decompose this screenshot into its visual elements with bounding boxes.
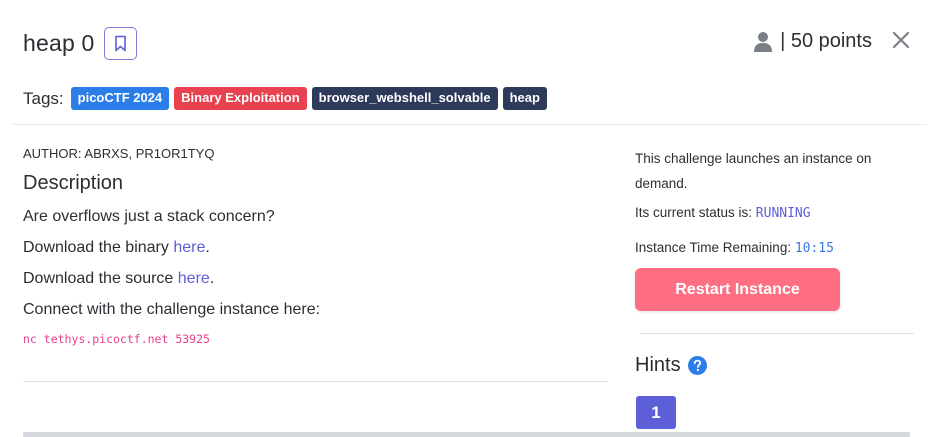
header-divider <box>12 124 927 125</box>
description-line-2: Download the binary here. <box>23 239 608 257</box>
description-heading: Description <box>23 172 124 194</box>
tag-heap[interactable]: heap <box>502 87 547 110</box>
instance-status-line: Its current status is: RUNNING <box>635 200 915 226</box>
tags-label: Tags: <box>23 88 64 108</box>
download-source-text: Download the source <box>23 270 178 287</box>
tag-binary-exploitation[interactable]: Binary Exploitation <box>174 87 307 110</box>
instance-time-line: Instance Time Remaining: 10:15 <box>635 235 915 261</box>
download-binary-suffix: . <box>205 239 210 256</box>
download-binary-text: Download the binary <box>23 239 174 256</box>
instance-panel: This challenge launches an instance on d… <box>635 146 915 311</box>
description-divider <box>23 381 608 382</box>
download-source-link[interactable]: here <box>178 270 210 287</box>
user-icon <box>754 31 773 52</box>
restart-instance-button[interactable]: Restart Instance <box>635 268 840 311</box>
author-line: AUTHOR: ABRXS, PR1OR1TYQ <box>23 146 215 161</box>
description-line-1: Are overflows just a stack concern? <box>23 208 275 225</box>
points-label: | 50 points <box>780 30 872 52</box>
status-value: RUNNING <box>755 206 811 221</box>
time-value: 10:15 <box>794 241 834 256</box>
download-source-suffix: . <box>209 270 215 287</box>
tag-browser-webshell-solvable[interactable]: browser_webshell_solvable <box>311 87 498 110</box>
hints-title: Hints <box>635 354 681 376</box>
description-line-4: Connect with the challenge instance here… <box>23 301 321 318</box>
challenge-title: heap 0 <box>23 30 95 56</box>
hints-divider <box>640 333 914 334</box>
hints-header: Hints <box>635 354 707 377</box>
bottom-edge <box>23 432 910 437</box>
bookmark-icon <box>114 35 126 52</box>
time-label: Instance Time Remaining: <box>635 240 795 255</box>
tag-picoctf-2024[interactable]: picoCTF 2024 <box>70 87 170 110</box>
instance-launch-text: This challenge launches an instance on d… <box>635 151 872 191</box>
status-label: Its current status is: <box>635 205 756 220</box>
title-row: heap 0 <box>23 27 137 60</box>
points-display: | 50 points <box>753 30 872 53</box>
download-binary-link[interactable]: here <box>173 239 205 256</box>
bookmark-button[interactable] <box>103 27 137 60</box>
help-icon[interactable] <box>687 356 707 375</box>
challenge-header: heap 0 | 50 points Tags: picoCTF 2024 Bi… <box>0 0 934 124</box>
description-panel: AUTHOR: ABRXS, PR1OR1TYQ Description Are… <box>23 146 608 346</box>
connect-command: nc tethys.picoctf.net 53925 <box>23 332 210 346</box>
tags-row: Tags: picoCTF 2024 Binary Exploitation b… <box>23 87 552 110</box>
hint-1-button[interactable]: 1 <box>636 396 676 429</box>
description-line-3: Download the source here. <box>23 270 608 288</box>
close-icon[interactable] <box>892 31 910 49</box>
